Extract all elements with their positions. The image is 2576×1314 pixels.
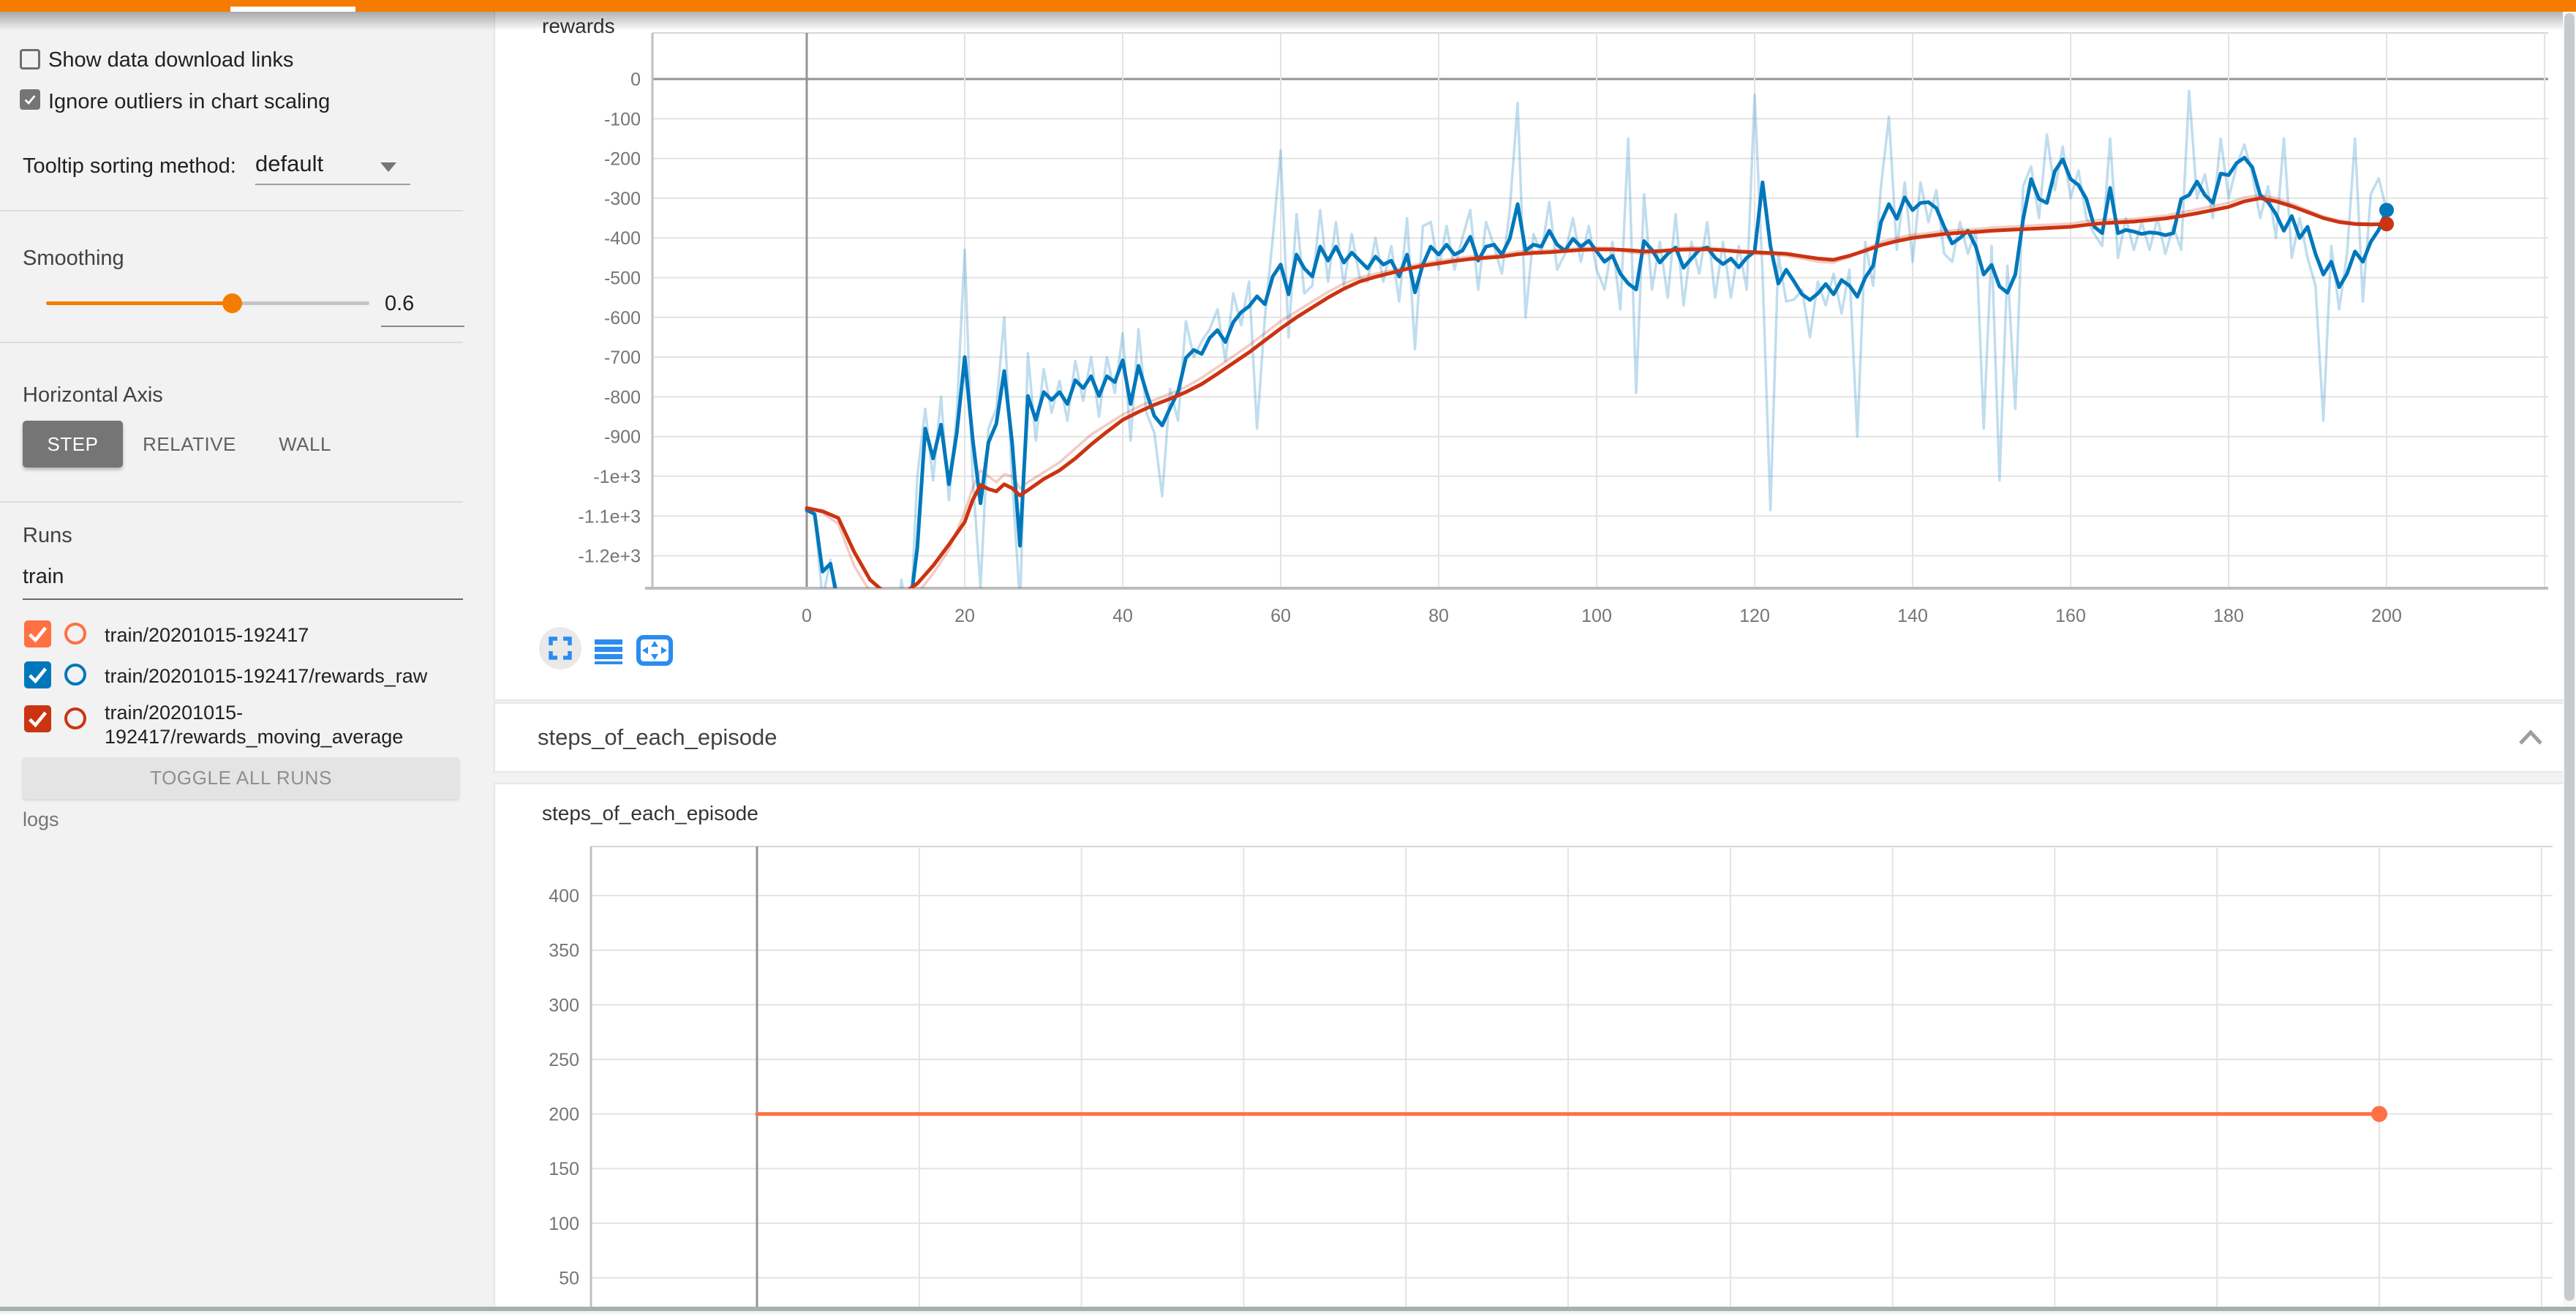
run-label: train/20201015-192417/rewards_moving_ave… — [105, 701, 476, 749]
run-radio-icon[interactable] — [64, 664, 86, 686]
run-label: train/20201015-192417/rewards_raw — [105, 664, 476, 688]
active-tab-indicator — [230, 7, 355, 12]
axis-tick-label: 100 — [1581, 606, 1612, 626]
bottom-edge — [0, 1311, 2576, 1314]
axis-tick-label: 60 — [1270, 606, 1291, 626]
axis-tick-label: -200 — [604, 149, 641, 170]
axis-tick-label: 120 — [1739, 606, 1770, 626]
axis-tick-label: -1e+3 — [593, 467, 641, 487]
series-end-dot[interactable] — [2371, 1106, 2387, 1122]
app-header-bar — [0, 0, 2576, 12]
show-download-links-label: Show data download links — [48, 48, 293, 72]
vertical-scrollbar-thumb[interactable] — [2564, 13, 2575, 1301]
axis-wall-button[interactable]: WALL — [260, 421, 350, 468]
smoothing-slider-fill — [46, 301, 232, 305]
show-download-links-checkbox[interactable] — [20, 49, 40, 70]
divider — [0, 501, 463, 503]
axis-tick-label: -700 — [604, 348, 641, 368]
run-radio-icon[interactable] — [64, 707, 86, 729]
divider — [0, 210, 463, 211]
run-checkbox[interactable] — [24, 661, 51, 688]
chevron-up-icon[interactable] — [2513, 726, 2548, 751]
chevron-down-icon[interactable] — [380, 162, 396, 172]
axis-tick-label: 400 — [549, 886, 579, 906]
dropdown-underline — [255, 184, 410, 185]
axis-tick-label: 140 — [1897, 606, 1928, 626]
axis-tick-label: 300 — [549, 995, 579, 1015]
menu-lines-icon[interactable] — [595, 639, 622, 664]
checkbox-checked-icon[interactable] — [20, 89, 40, 110]
smoothing-label: Smoothing — [23, 247, 124, 271]
ignore-outliers-checkbox[interactable] — [20, 89, 40, 110]
smoothing-slider-knob[interactable] — [222, 293, 242, 313]
fullscreen-icon[interactable] — [539, 627, 581, 669]
divider — [0, 342, 463, 343]
tooltip-sorting-dropdown[interactable]: default — [255, 151, 323, 177]
axis-tick-label: 200 — [2371, 606, 2402, 626]
run-radio-icon[interactable] — [64, 623, 86, 645]
axis-tick-label: 40 — [1112, 606, 1133, 626]
axis-tick-label: -500 — [604, 269, 641, 289]
axis-tick-label: -800 — [604, 387, 641, 408]
rewards-chart-title: rewards — [542, 15, 615, 38]
axis-tick-label: 200 — [549, 1105, 579, 1125]
checkbox-unchecked-icon[interactable] — [20, 49, 40, 70]
axis-tick-label: 100 — [549, 1214, 579, 1234]
tooltip-sorting-label: Tooltip sorting method: — [23, 154, 236, 179]
series-end-dot[interactable] — [2379, 203, 2394, 217]
axis-tick-label: 160 — [2055, 606, 2086, 626]
axis-tick-label: 50 — [559, 1268, 579, 1288]
runs-filter-underline — [23, 598, 463, 600]
steps-chart-title: steps_of_each_episode — [542, 802, 758, 825]
sidebar: Show data download links Ignore outliers… — [0, 0, 483, 1314]
run-checkbox[interactable] — [24, 705, 51, 732]
axis-tick-label: -300 — [604, 189, 641, 209]
axis-tick-label: -1.1e+3 — [579, 506, 641, 527]
axis-step-button[interactable]: STEP — [23, 421, 123, 468]
axis-tick-label: 0 — [630, 70, 641, 90]
toggle-all-runs-button[interactable]: TOGGLE ALL RUNS — [23, 757, 459, 799]
axis-tick-label: -400 — [604, 228, 641, 249]
axis-tick-label: 20 — [954, 606, 975, 626]
rewards-chart[interactable]: 0 -100 -200 -300 -400 -500 -600 -700 -800 -900 -1e… — [494, 12, 2564, 701]
series-end-dot[interactable] — [2379, 217, 2394, 231]
axis-tick-label: 350 — [549, 941, 579, 961]
runs-filter-input[interactable] — [23, 565, 432, 589]
axis-tick-label: -900 — [604, 427, 641, 448]
smoothing-value-underline — [381, 326, 464, 327]
axis-tick-label: -1.2e+3 — [579, 547, 641, 567]
chart-action-icons — [534, 622, 680, 673]
steps-section-header[interactable] — [494, 702, 2564, 773]
runs-label: Runs — [23, 524, 72, 548]
run-label: train/20201015-192417 — [105, 623, 476, 647]
run-checkbox[interactable] — [24, 620, 51, 647]
axis-tick-label: 150 — [549, 1159, 579, 1179]
logs-label: logs — [23, 808, 59, 831]
steps-section-title: steps_of_each_episode — [538, 724, 777, 751]
fit-domain-icon[interactable] — [639, 637, 671, 664]
ignore-outliers-label: Ignore outliers in chart scaling — [48, 90, 330, 114]
tensorboard-app: Show data download links Ignore outliers… — [0, 0, 2576, 1314]
steps-chart[interactable]: 400 350 300 250 200 150 100 50 — [494, 783, 2564, 1314]
axis-tick-label: 250 — [549, 1050, 579, 1070]
axis-tick-label: 180 — [2213, 606, 2244, 626]
axis-relative-button[interactable]: RELATIVE — [138, 421, 241, 468]
horizontal-axis-label: Horizontal Axis — [23, 383, 163, 408]
axis-tick-label: 80 — [1428, 606, 1449, 626]
axis-tick-label: 0 — [802, 606, 812, 626]
axis-tick-label: -600 — [604, 308, 641, 328]
smoothing-value[interactable]: 0.6 — [385, 292, 414, 316]
axis-tick-label: -100 — [604, 109, 641, 129]
